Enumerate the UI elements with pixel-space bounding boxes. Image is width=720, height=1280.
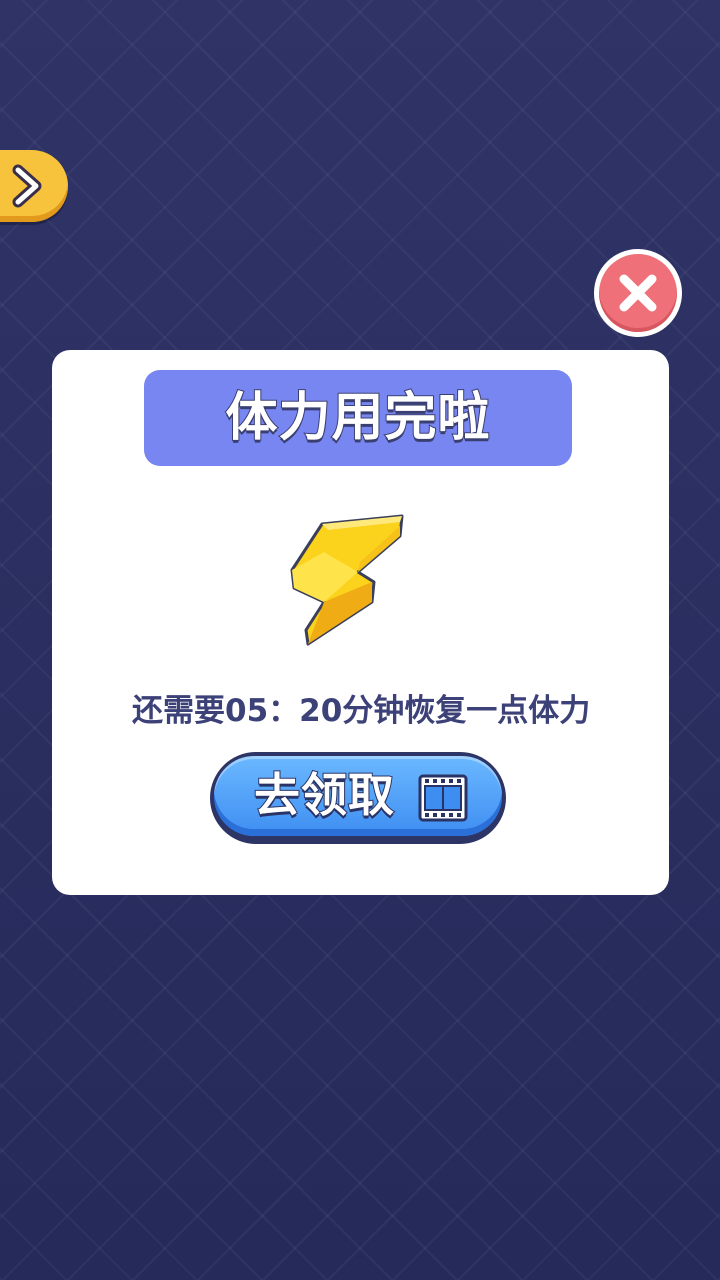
- stamina-depleted-dialog: 体力用完啦 还需要05：20分钟恢复一点体力 去领取: [52, 350, 669, 895]
- close-icon: [619, 274, 657, 312]
- expand-tab-button[interactable]: [0, 150, 68, 222]
- dialog-title: 体力用完啦: [224, 387, 491, 449]
- close-button[interactable]: [594, 249, 682, 337]
- claim-button-label: 去领取: [253, 767, 395, 823]
- close-button-face[interactable]: [599, 254, 677, 332]
- claim-button-face[interactable]: 去领取: [214, 756, 502, 836]
- claim-button[interactable]: 去领取: [210, 752, 506, 844]
- title-banner: 体力用完啦: [144, 370, 572, 466]
- lightning-bolt-icon: [290, 514, 404, 646]
- chevron-right-icon: [12, 164, 42, 208]
- recovery-message: 还需要05：20分钟恢复一点体力: [132, 693, 591, 729]
- video-film-icon: [418, 774, 468, 822]
